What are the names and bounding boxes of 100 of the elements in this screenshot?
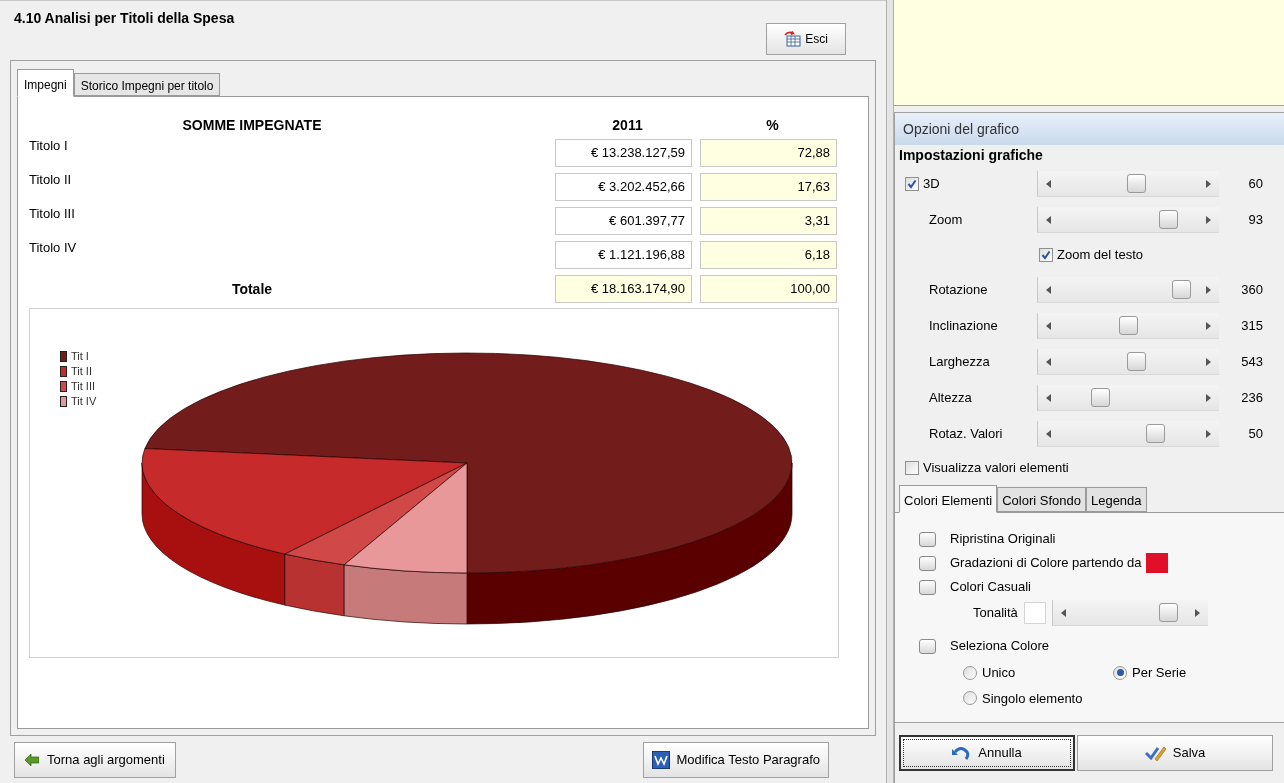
slider-label: 3D: [923, 175, 940, 194]
edit-paragraph-button[interactable]: Modifica Testo Paragrafo: [643, 741, 829, 778]
row-label: Titolo IV: [29, 239, 78, 257]
arrow-left-icon[interactable]: [1046, 216, 1051, 224]
arrow-right-icon[interactable]: [1206, 216, 1211, 224]
toggle-checkbox[interactable]: [919, 579, 936, 595]
section-title: Impostazioni grafiche: [898, 146, 1044, 165]
arrow-left-icon[interactable]: [1046, 358, 1051, 366]
slider-value: 93: [1247, 211, 1263, 230]
slider-value: 60: [1247, 175, 1263, 194]
radio-button[interactable]: [963, 691, 977, 706]
slider-track[interactable]: [1037, 349, 1219, 375]
slider-track[interactable]: [1037, 421, 1219, 447]
percent-cell: 100,00: [700, 275, 837, 303]
amount-cell: € 18.163.174,90: [555, 275, 692, 303]
slider-thumb[interactable]: [1091, 388, 1111, 407]
legend-label: Tit IV: [71, 394, 97, 410]
tab[interactable]: Colori Elementi: [899, 485, 998, 513]
slider-label: Altezza: [928, 389, 972, 408]
row-label: Titolo I: [29, 137, 69, 155]
arrow-left-icon[interactable]: [1046, 322, 1051, 330]
toggle-checkbox[interactable]: [919, 638, 936, 654]
slider-label: Inclinazione: [928, 317, 998, 336]
arrow-left-icon[interactable]: [1046, 430, 1051, 438]
column-header: 2011: [611, 116, 644, 135]
arrow-right-icon[interactable]: [1194, 609, 1200, 617]
amount-cell: € 601.397,77: [555, 207, 692, 235]
table-arrow-icon: [784, 31, 803, 47]
radio-button[interactable]: [1113, 665, 1127, 680]
legend-label: Tit I: [71, 349, 89, 365]
slider-track[interactable]: [1037, 171, 1219, 197]
tab[interactable]: Legenda: [1085, 487, 1147, 512]
tone-label: Tonalità: [973, 604, 1018, 623]
slider-value: 360: [1240, 281, 1263, 300]
slider-value: 236: [1240, 389, 1263, 408]
percent-cell: 3,31: [700, 207, 837, 235]
legend-label: Tit III: [71, 379, 96, 395]
tab[interactable]: Impegni: [17, 69, 74, 97]
checkbox-label: Zoom del testo: [1057, 246, 1143, 265]
arrow-right-icon[interactable]: [1206, 394, 1211, 402]
percent-cell: 17,63: [700, 173, 837, 201]
slider-thumb[interactable]: [1159, 603, 1179, 622]
row-label: Titolo II: [29, 171, 73, 189]
slider-label: Rotaz. Valori: [928, 425, 1003, 444]
slider-track[interactable]: [1037, 385, 1219, 411]
slider-label: Larghezza: [928, 353, 990, 372]
slider-thumb[interactable]: [1158, 210, 1178, 229]
toggle-checkbox[interactable]: [919, 555, 936, 571]
radio-label: Unico: [982, 664, 1016, 682]
slider-thumb[interactable]: [1145, 424, 1165, 443]
checkbox[interactable]: [905, 177, 919, 191]
column-header: %: [765, 116, 780, 135]
splitter-bar[interactable]: [886, 0, 894, 783]
panel-header: Opzioni del grafico: [895, 113, 1284, 145]
slider-track[interactable]: [1037, 313, 1219, 339]
amount-cell: € 1.121.196,88: [555, 241, 692, 269]
slider-value: 50: [1247, 425, 1263, 444]
tab[interactable]: Storico Impegni per titolo: [73, 73, 221, 96]
radio-button[interactable]: [963, 665, 977, 680]
arrow-left-icon[interactable]: [1046, 180, 1051, 188]
option-label: Colori Casuali: [950, 578, 1031, 597]
amount-cell: € 3.202.452,66: [555, 173, 692, 201]
slider-thumb[interactable]: [1126, 174, 1146, 193]
slider-track[interactable]: [1037, 207, 1219, 233]
row-label: Titolo III: [29, 205, 76, 223]
slider-track[interactable]: [1037, 277, 1219, 303]
save-button[interactable]: Salva: [1077, 735, 1273, 771]
total-label: Totale: [230, 279, 274, 299]
radio-label: Singolo elemento: [982, 689, 1083, 708]
color-swatch[interactable]: [1023, 602, 1046, 624]
checkbox[interactable]: [905, 461, 919, 475]
slider-thumb[interactable]: [1126, 352, 1146, 371]
arrow-right-icon[interactable]: [1206, 286, 1211, 294]
radio-label: Per Serie: [1132, 664, 1187, 682]
slider-value: 543: [1240, 353, 1263, 372]
arrow-right-icon[interactable]: [1206, 322, 1211, 330]
slider-value: 315: [1240, 317, 1263, 336]
arrow-left-icon[interactable]: [1046, 286, 1051, 294]
arrow-right-icon[interactable]: [1206, 430, 1211, 438]
arrow-left-icon[interactable]: [1046, 394, 1051, 402]
checkbox[interactable]: [1039, 248, 1053, 262]
slider-label: Rotazione: [928, 281, 988, 300]
tab[interactable]: Colori Sfondo: [997, 487, 1086, 512]
arrow-right-icon[interactable]: [1206, 358, 1211, 366]
option-label: Gradazioni di Colore partendo da: [950, 554, 1142, 573]
pencil-check-icon: [1144, 744, 1167, 762]
back-button[interactable]: Torna agli argomenti: [14, 741, 176, 778]
toggle-checkbox[interactable]: [919, 531, 936, 547]
color-swatch[interactable]: [1145, 553, 1168, 573]
arrow-right-icon[interactable]: [1206, 180, 1211, 188]
slider-thumb[interactable]: [1171, 280, 1191, 299]
page-title: 4.10 Analisi per Titoli della Spesa: [14, 9, 235, 28]
slider-thumb[interactable]: [1118, 316, 1138, 335]
cancel-button[interactable]: Annulla: [899, 735, 1075, 771]
slider-label: Zoom: [928, 211, 963, 230]
arrow-left-icon[interactable]: [1060, 609, 1066, 617]
slider-track[interactable]: [1051, 600, 1208, 626]
amount-cell: € 13.238.127,59: [555, 139, 692, 167]
exit-button[interactable]: Esci: [766, 23, 846, 55]
document-icon: [652, 750, 671, 769]
